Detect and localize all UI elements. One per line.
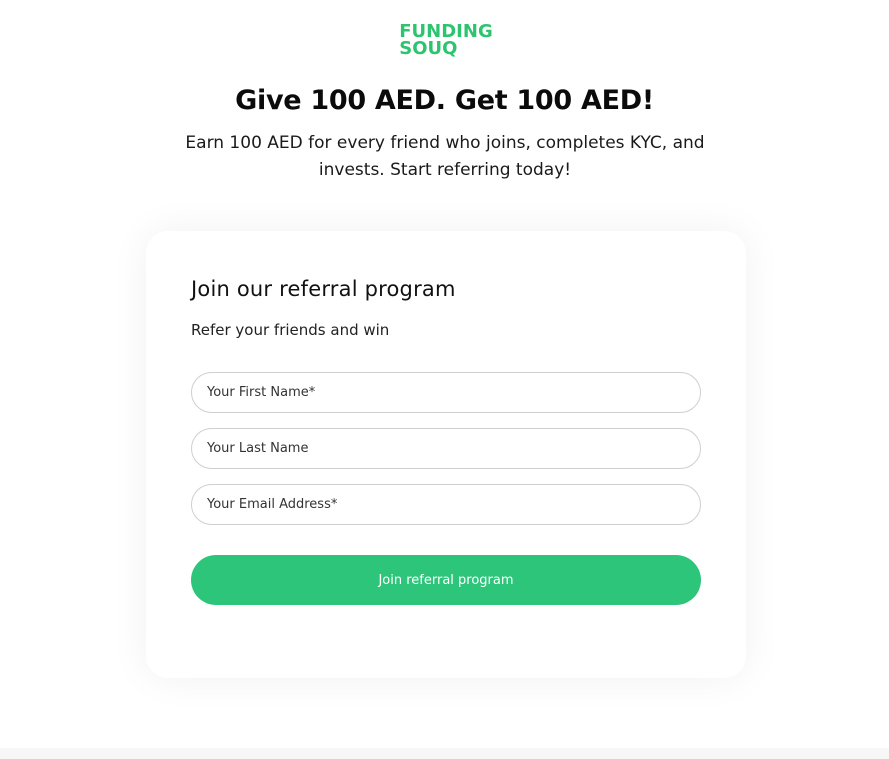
- join-referral-button[interactable]: Join referral program: [191, 555, 701, 605]
- fundingsouq-logo: FUNDING SOUQ: [386, 12, 506, 68]
- page-headline: Give 100 AED. Get 100 AED!: [235, 85, 654, 116]
- form-subtitle: Refer your friends and win: [191, 321, 390, 339]
- form-title: Join our referral program: [191, 277, 456, 301]
- referral-form-card: Join our referral program Refer your fri…: [146, 231, 746, 678]
- page-subheadline: Earn 100 AED for every friend who joins,…: [185, 133, 705, 180]
- email-input[interactable]: [191, 484, 701, 525]
- first-name-input[interactable]: [191, 372, 701, 413]
- logo-line-souq: SOUQ: [399, 38, 458, 59]
- footer-divider: [0, 748, 889, 759]
- last-name-input[interactable]: [191, 428, 701, 469]
